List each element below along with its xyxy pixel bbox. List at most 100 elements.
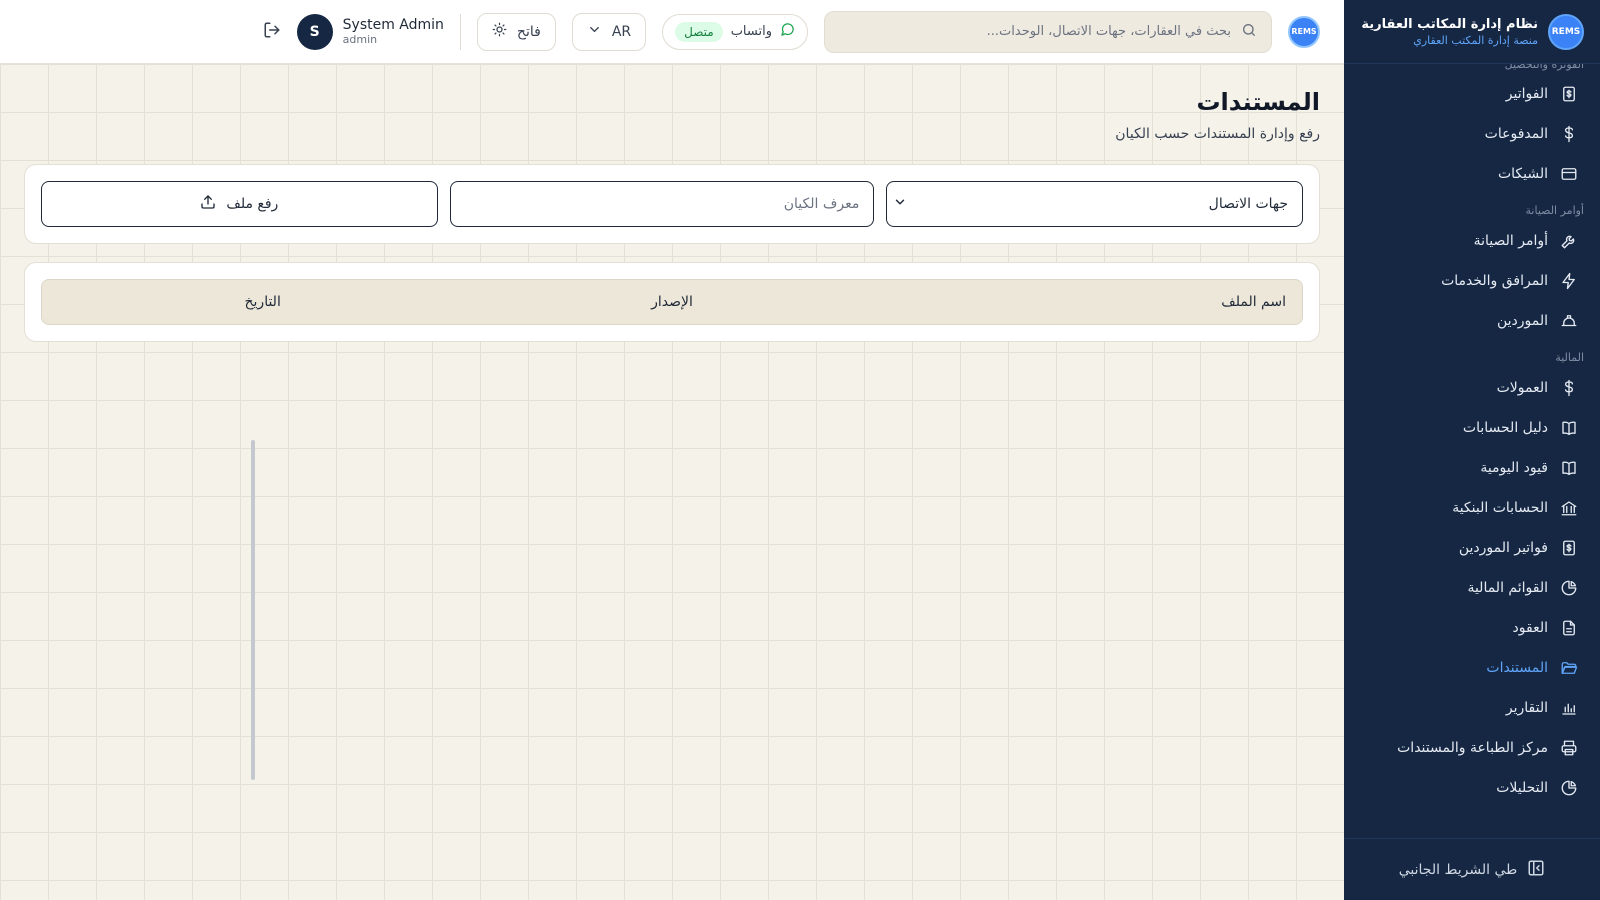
- collapse-sidebar-label: طي الشريط الجانبي: [1398, 861, 1518, 878]
- sidebar-section-label: المالية: [1555, 351, 1584, 364]
- sidebar-item-label: المدفوعات: [1484, 126, 1548, 142]
- sidebar-item-label: الفواتير: [1505, 86, 1548, 102]
- upload-file-button[interactable]: رفع ملف: [40, 181, 438, 227]
- dollar-icon: [1560, 379, 1578, 397]
- dollar-icon: [1560, 125, 1578, 143]
- language-select[interactable]: AR: [571, 12, 647, 51]
- user-menu[interactable]: System Admin admin S: [296, 13, 444, 50]
- avatar[interactable]: S: [296, 13, 333, 50]
- brand-title: نظام إدارة المكاتب العقارية: [1361, 16, 1538, 32]
- hardhat-icon: [1560, 312, 1578, 330]
- sidebar-item[interactable]: الموردين: [1344, 301, 1600, 341]
- sidebar-item-label: المرافق والخدمات: [1441, 273, 1548, 289]
- whatsapp-status[interactable]: واتساب متصل: [662, 13, 808, 50]
- sidebar-item[interactable]: العقود: [1344, 608, 1600, 648]
- book-icon: [1560, 419, 1578, 437]
- sidebar-item-label: مركز الطباعة والمستندات: [1397, 740, 1548, 756]
- printer-icon: [1560, 739, 1578, 757]
- book-icon: [1560, 459, 1578, 477]
- sidebar-item[interactable]: فواتير الموردين: [1344, 528, 1600, 568]
- theme-toggle-button[interactable]: فاتح: [476, 12, 556, 51]
- sidebar-item-label: التحليلات: [1496, 780, 1548, 796]
- bar-chart-icon: [1560, 699, 1578, 717]
- brand: نظام إدارة المكاتب العقارية منصة إدارة ا…: [1361, 17, 1538, 47]
- sidebar-item[interactable]: دليل الحسابات: [1344, 408, 1600, 448]
- sidebar-item[interactable]: أوامر الصيانة: [1344, 221, 1600, 261]
- user-name: System Admin: [342, 17, 444, 33]
- status-badge: متصل: [675, 21, 723, 42]
- pie-icon: [1560, 579, 1578, 597]
- sidebar-item[interactable]: التقارير: [1344, 688, 1600, 728]
- invoice-icon: [1560, 539, 1578, 557]
- sidebar-item[interactable]: المستندات: [1344, 648, 1600, 688]
- column-header-version[interactable]: الإصدار: [467, 294, 876, 310]
- upload-icon: [200, 194, 216, 214]
- search-icon: [1241, 22, 1257, 42]
- sidebar: REMS نظام إدارة المكاتب العقارية منصة إد…: [1344, 0, 1600, 900]
- logout-button[interactable]: [263, 21, 281, 43]
- theme-label: فاتح: [516, 23, 541, 40]
- table-header: اسم الملف الإصدار التاريخ: [41, 279, 1303, 325]
- whatsapp-icon: [780, 22, 795, 41]
- pie-icon: [1560, 779, 1578, 797]
- bolt-icon: [1560, 272, 1578, 290]
- sidebar-section-label: الفوترة والتحصيل: [1504, 64, 1584, 71]
- sidebar-item[interactable]: العمولات: [1344, 368, 1600, 408]
- column-header-file-name[interactable]: اسم الملف: [877, 294, 1286, 310]
- top-header: REMS واتساب متصل AR فاتح System Admin ad…: [0, 0, 1344, 64]
- sidebar-item-label: دليل الحسابات: [1462, 420, 1548, 436]
- sidebar-item-label: المستندات: [1486, 660, 1548, 676]
- filters-card: جهات الاتصال رفع ملف: [24, 164, 1320, 244]
- entity-id-input[interactable]: [464, 196, 860, 212]
- sun-icon: [492, 22, 507, 41]
- bank-icon: [1560, 499, 1578, 517]
- language-label: AR: [611, 23, 632, 40]
- logout-icon: [264, 22, 280, 37]
- wrench-icon: [1560, 232, 1578, 250]
- main-scrollbar[interactable]: [251, 440, 255, 780]
- sidebar-item[interactable]: الفواتير: [1344, 74, 1600, 114]
- sidebar-item-label: فواتير الموردين: [1458, 540, 1548, 556]
- collapse-sidebar-button[interactable]: طي الشريط الجانبي: [1344, 838, 1600, 900]
- whatsapp-label: واتساب: [730, 24, 772, 39]
- collapse-panel-icon: [1527, 859, 1545, 881]
- chevron-down-icon: [893, 195, 907, 213]
- column-header-date[interactable]: التاريخ: [58, 294, 467, 310]
- sidebar-item-label: الشيكات: [1497, 166, 1548, 182]
- sidebar-item-label: العقود: [1512, 620, 1548, 636]
- sidebar-item-label: أوامر الصيانة: [1473, 233, 1548, 249]
- user-info: System Admin admin: [343, 17, 444, 46]
- upload-label: رفع ملف: [226, 196, 279, 212]
- sidebar-item[interactable]: المرافق والخدمات: [1344, 261, 1600, 301]
- sidebar-item-label: القوائم المالية: [1467, 580, 1548, 596]
- brand-logo: REMS: [1548, 13, 1584, 50]
- user-role: admin: [342, 33, 378, 46]
- sidebar-header: REMS نظام إدارة المكاتب العقارية منصة إد…: [1344, 0, 1600, 64]
- sidebar-item-label: قيود اليومية: [1480, 460, 1548, 476]
- search-input[interactable]: [839, 24, 1231, 39]
- header-divider: [459, 13, 461, 50]
- page-subtitle: رفع وإدارة المستندات حسب الكيان: [1115, 126, 1320, 142]
- brand-subtitle: منصة إدارة المكتب العقاري: [1413, 33, 1538, 47]
- sidebar-item[interactable]: مركز الطباعة والمستندات: [1344, 728, 1600, 768]
- sidebar-item[interactable]: القوائم المالية: [1344, 568, 1600, 608]
- sidebar-item[interactable]: المدفوعات: [1344, 114, 1600, 154]
- entity-type-select[interactable]: جهات الاتصال: [886, 181, 1303, 227]
- sidebar-item[interactable]: التحليلات: [1344, 768, 1600, 808]
- sidebar-section-label: أوامر الصيانة: [1525, 204, 1584, 217]
- header-logo: REMS: [1288, 15, 1320, 48]
- sidebar-item-label: التقارير: [1505, 700, 1548, 716]
- sidebar-item[interactable]: قيود اليومية: [1344, 448, 1600, 488]
- global-search[interactable]: [824, 10, 1272, 53]
- entity-id-field[interactable]: [449, 181, 875, 227]
- card-icon: [1560, 165, 1578, 183]
- folder-icon: [1560, 659, 1578, 677]
- sidebar-item-label: العمولات: [1496, 380, 1548, 396]
- entity-type-value: جهات الاتصال: [1208, 196, 1288, 212]
- main-content: المستندات رفع وإدارة المستندات حسب الكيا…: [0, 64, 1344, 900]
- sidebar-item[interactable]: الحسابات البنكية: [1344, 488, 1600, 528]
- sidebar-item[interactable]: الشيكات: [1344, 154, 1600, 194]
- documents-table-card: اسم الملف الإصدار التاريخ: [24, 262, 1320, 342]
- sidebar-nav[interactable]: الفوترة والتحصيل الفواتير المدفوعات الشيكا…: [1344, 64, 1600, 828]
- file-icon: [1560, 619, 1578, 637]
